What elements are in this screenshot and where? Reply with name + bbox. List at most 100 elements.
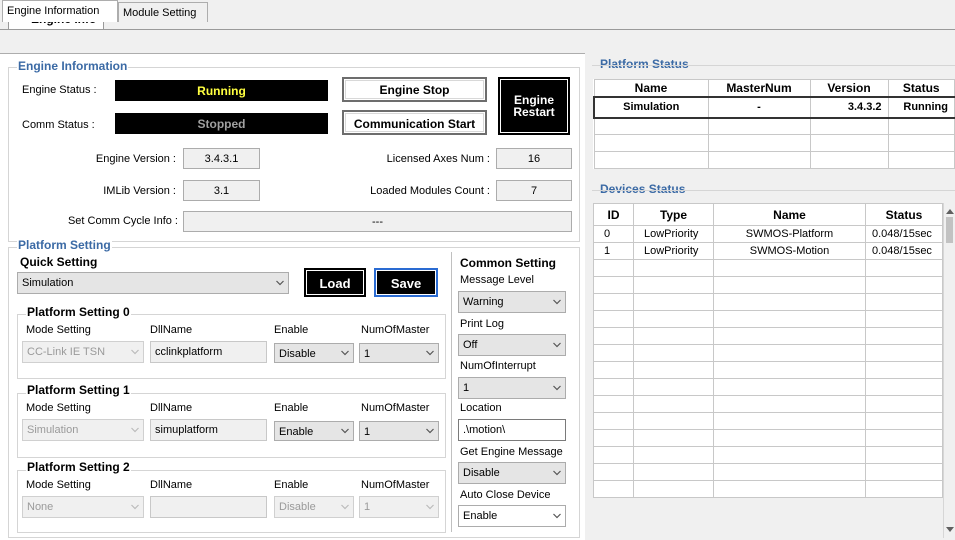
- device-status-cell: 0.048/15sec: [865, 225, 943, 243]
- engine-stop-button[interactable]: Engine Stop: [342, 77, 487, 102]
- devices-status-scrollbar[interactable]: [943, 203, 955, 538]
- table-row[interactable]: [593, 395, 943, 413]
- comm-status-label: Comm Status :: [22, 119, 95, 131]
- table-row[interactable]: [593, 446, 943, 464]
- num-of-interrupt-value: 1: [463, 382, 470, 394]
- communication-start-button[interactable]: Communication Start: [342, 110, 487, 135]
- platform-1-dll-field[interactable]: simuplatform: [150, 419, 267, 441]
- platform-0-num-dropdown[interactable]: 1: [359, 343, 439, 363]
- auto-close-device-dropdown[interactable]: Enable: [458, 505, 566, 527]
- platform-status-cell-name: Simulation: [593, 95, 709, 119]
- load-button[interactable]: Load: [304, 268, 366, 297]
- get-engine-message-value: Disable: [463, 467, 500, 479]
- loaded-modules-label: Loaded Modules Count :: [370, 185, 490, 197]
- quick-setting-value: Simulation: [22, 277, 74, 289]
- enable-header-0: Enable: [274, 324, 309, 336]
- enable-header-2: Enable: [274, 479, 309, 491]
- tab-strip-divider: [0, 29, 955, 30]
- get-engine-message-label: Get Engine Message: [460, 446, 563, 458]
- message-level-label: Message Level: [460, 274, 534, 286]
- table-row[interactable]: [593, 134, 955, 152]
- platform-common-divider: [451, 252, 452, 532]
- platform-0-dll-field[interactable]: cclinkplatform: [150, 341, 267, 363]
- quick-setting-label: Quick Setting: [20, 255, 98, 269]
- table-row[interactable]: [593, 480, 943, 498]
- table-row[interactable]: [593, 463, 943, 481]
- table-row[interactable]: 1 LowPriority SWMOS-Motion 0.048/15sec: [593, 242, 943, 260]
- table-row[interactable]: [593, 344, 943, 362]
- devices-status-header-type: Type: [633, 203, 714, 226]
- quick-setting-dropdown[interactable]: Simulation: [17, 272, 289, 294]
- platform-0-num-value: 1: [364, 348, 371, 360]
- message-level-dropdown[interactable]: Warning: [458, 291, 566, 313]
- devices-status-table: ID Type Name Status 0 LowPriority SWMOS-…: [593, 203, 943, 498]
- engine-version-label: Engine Version :: [95, 153, 176, 165]
- platform-1-enable-dropdown[interactable]: Enable: [274, 421, 354, 441]
- devices-status-legend: Devices Status: [599, 182, 687, 196]
- table-row[interactable]: 0 LowPriority SWMOS-Platform 0.048/15sec: [593, 225, 943, 243]
- chevron-down-icon: [130, 502, 140, 512]
- platform-2-mode-dropdown[interactable]: None: [22, 496, 144, 518]
- table-row[interactable]: Simulation - 3.4.3.2 Running: [593, 95, 955, 119]
- get-engine-message-dropdown[interactable]: Disable: [458, 462, 566, 484]
- platform-0-mode-value: CC-Link IE TSN: [27, 346, 106, 358]
- platform-1-enable-value: Enable: [279, 426, 314, 438]
- device-type-cell: LowPriority: [633, 225, 714, 243]
- save-button[interactable]: Save: [374, 268, 438, 297]
- table-row[interactable]: [593, 361, 943, 379]
- table-row[interactable]: [593, 151, 955, 169]
- table-row[interactable]: [593, 412, 943, 430]
- platform-status-cell-status: Running: [887, 95, 955, 119]
- platform-2-enable-value: Disable: [279, 501, 316, 513]
- chevron-down-icon: [130, 347, 140, 357]
- table-row[interactable]: [593, 327, 943, 345]
- num-of-interrupt-dropdown[interactable]: 1: [458, 377, 566, 399]
- scroll-down-arrow-icon[interactable]: [946, 524, 954, 536]
- mode-setting-header-1: Mode Setting: [26, 402, 91, 414]
- platform-0-enable-value: Disable: [279, 348, 316, 360]
- tab-module-setting[interactable]: Module Setting: [118, 2, 208, 22]
- platform-status-header-version: Version: [809, 79, 889, 97]
- platform-1-num-dropdown[interactable]: 1: [359, 421, 439, 441]
- table-row[interactable]: [593, 259, 943, 277]
- chevron-down-icon: [425, 502, 435, 512]
- platform-2-enable-dropdown[interactable]: Disable: [274, 496, 354, 518]
- platform-1-num-value: 1: [364, 426, 371, 438]
- table-row[interactable]: [593, 117, 955, 135]
- table-row[interactable]: [593, 276, 943, 294]
- platform-1-mode-value: Simulation: [27, 424, 79, 436]
- table-row[interactable]: [593, 310, 943, 328]
- auto-close-device-label: Auto Close Device: [460, 489, 551, 501]
- platform-status-cell-version: 3.4.3.2: [809, 95, 889, 119]
- engine-status-label: Engine Status :: [22, 84, 97, 96]
- platform-setting-1-title: Platform Setting 1: [26, 383, 131, 397]
- print-log-dropdown[interactable]: Off: [458, 334, 566, 356]
- table-row[interactable]: [593, 378, 943, 396]
- chevron-down-icon: [425, 426, 435, 436]
- table-row[interactable]: [593, 293, 943, 311]
- platform-2-num-dropdown[interactable]: 1: [359, 496, 439, 518]
- platform-0-enable-dropdown[interactable]: Disable: [274, 343, 354, 363]
- platform-2-mode-value: None: [27, 501, 54, 513]
- location-input[interactable]: .\motion\: [458, 419, 566, 441]
- dll-name-header-2: DllName: [150, 479, 193, 491]
- scrollbar-thumb[interactable]: [946, 217, 953, 243]
- platform-1-mode-dropdown[interactable]: Simulation: [22, 419, 144, 441]
- devices-status-header-id: ID: [593, 203, 634, 226]
- location-label: Location: [460, 402, 502, 414]
- table-row[interactable]: [593, 429, 943, 447]
- engine-status-value: Running: [115, 80, 328, 101]
- device-name-cell: SWMOS-Motion: [713, 242, 866, 260]
- platform-status-rule: [592, 65, 955, 66]
- tab-engine-information[interactable]: Engine Information: [2, 0, 118, 22]
- engine-information-legend: Engine Information: [17, 59, 129, 73]
- chevron-down-icon: [340, 348, 350, 358]
- comm-cycle-value: ---: [183, 211, 572, 232]
- platform-0-mode-dropdown[interactable]: CC-Link IE TSN: [22, 341, 144, 363]
- num-of-master-header-1: NumOfMaster: [361, 402, 430, 414]
- platform-status-cell-masternum: -: [707, 95, 811, 119]
- dll-name-header-0: DllName: [150, 324, 193, 336]
- platform-2-dll-field[interactable]: [150, 496, 267, 518]
- scroll-up-arrow-icon[interactable]: [946, 205, 954, 217]
- engine-restart-button[interactable]: Engine Restart: [498, 77, 570, 135]
